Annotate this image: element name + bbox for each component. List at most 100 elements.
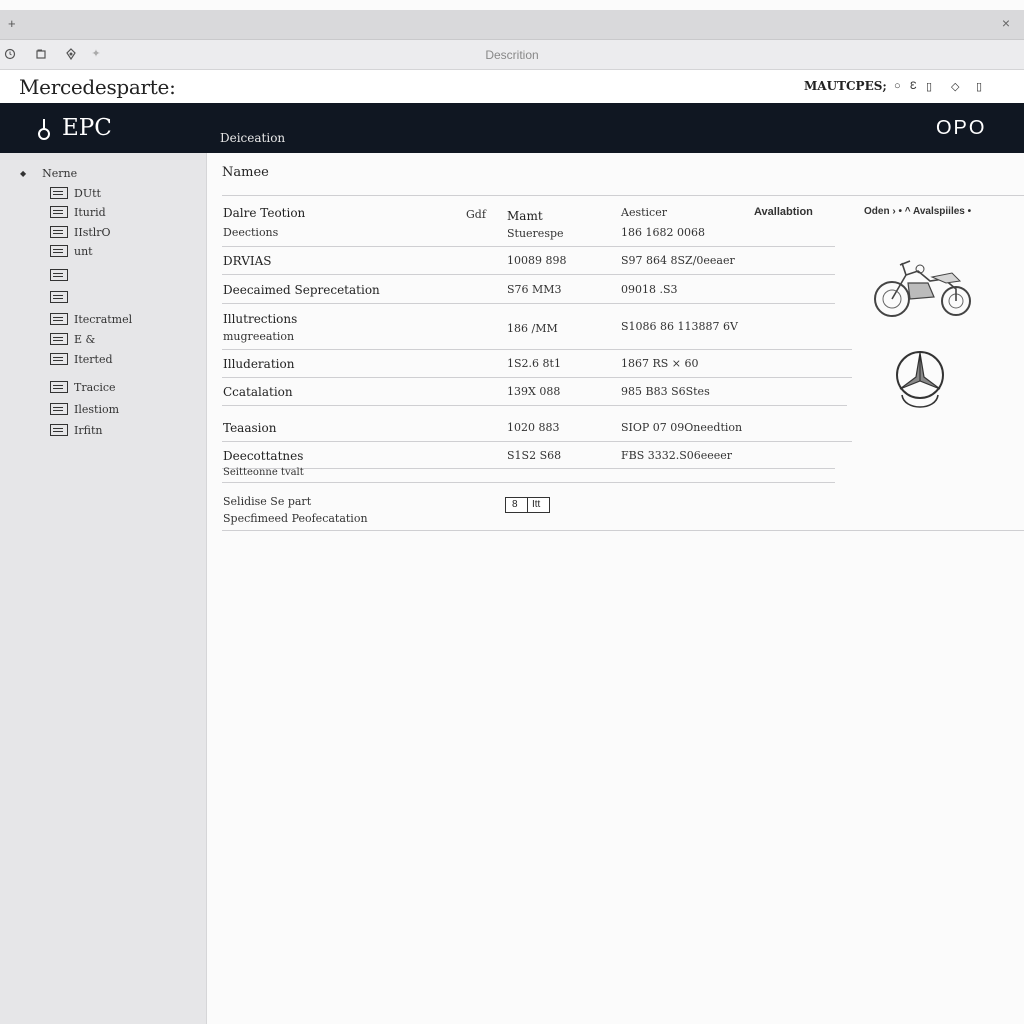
table-cell-name[interactable]: Teaasion [223,421,276,435]
column-header-options[interactable]: Oden › • ^ Avalspiiles • [864,206,971,217]
header-right-controls[interactable]: OPO [936,117,986,140]
table-cell-availability: 1867 RS × 60 [621,357,699,370]
folder-icon [50,403,68,415]
table-cell-name[interactable]: Deecaimed Seprecetation [223,283,380,297]
table-cell-availability: FBS 3332.S06eeeer [621,449,733,462]
folder-icon [50,381,68,393]
new-tab-button[interactable]: + [8,16,16,31]
column-header-price[interactable]: Aesticer [621,206,667,219]
sidebar-item-unt[interactable]: unt [50,245,93,261]
sidebar-item-iterted[interactable]: Iterted [50,353,113,369]
table-cell-name-sub: mugreeation [223,330,295,343]
sidebar: ◆ Nerne DUtt Iturid IIstlrO unt Itecratme… [0,153,207,1024]
folder-icon [50,269,68,281]
divider [222,195,1024,196]
trash-icon[interactable]: ▯ [976,80,982,93]
quantity-stepper[interactable]: 8 Itt [505,497,550,513]
folder-icon [50,187,68,199]
folder-icon [50,206,68,218]
sidebar-item-ilestiom[interactable]: Ilestiom [50,403,119,419]
divider [222,377,852,378]
table-cell-part: S1S2 S68 [507,449,562,462]
table-cell-name[interactable]: Illuderation [223,357,294,371]
folder-icon [50,226,68,238]
quantity-unit: Itt [532,499,541,510]
address-bar[interactable]: Descrition [0,48,1024,62]
sidebar-item-label: Itecratmel [74,313,133,326]
column-header-description[interactable]: Dalre Teotion [223,206,305,220]
table-cell-name[interactable]: Illutrections [223,312,297,326]
divider [222,482,835,483]
folder-icon [50,291,68,303]
column-subheader-description: Deections [223,226,279,239]
table-cell-availability: 985 B83 S6Stes [621,385,710,398]
table-cell-part: 139X 088 [507,385,561,398]
table-cell-availability: S1086 86 113887 6V [621,320,738,333]
sidebar-root-label: Nerne [42,167,78,180]
circle-icon[interactable]: ○ [894,80,901,92]
divider [222,530,1024,531]
close-window-button[interactable]: × [1002,15,1010,31]
table-row-note: Seitteonne tvalt [223,467,304,478]
column-subheader-price: 186 1682 0068 [621,226,705,239]
sidebar-item-blank-2[interactable] [50,291,74,307]
sidebar-root[interactable]: ◆ Nerne [20,167,77,180]
selected-part-label: Selidise Se part [223,495,312,508]
column-header-availability[interactable]: Avallabtion [754,206,813,218]
sidebar-item-istlro[interactable]: IIstlrO [50,226,111,242]
sidebar-item-label: DUtt [74,187,101,200]
sidebar-item-label: Ilestiom [74,403,120,416]
folder-icon [50,424,68,436]
wrench-icon [38,119,50,140]
tab-strip: + × [0,10,1024,40]
sidebar-item-itecratmel[interactable]: Itecratmel [50,313,132,329]
divider [222,349,852,350]
divider [222,274,835,275]
sidebar-item-e[interactable]: E & [50,333,95,349]
sidebar-item-label: Tracice [74,381,116,394]
sidebar-item-label: Irfitn [74,424,103,437]
app-header: EPC Deiceation OPO [0,103,1024,153]
motorcycle-illustration[interactable] [872,253,976,323]
table-cell-name[interactable]: Ccatalation [223,385,293,399]
table-cell-name[interactable]: Deecottatnes [223,449,303,463]
mercedes-star-logo [896,351,944,408]
site-logo[interactable]: Mercedesparte: [19,75,176,99]
table-cell-name[interactable]: DRVIAS [223,254,272,268]
sidebar-item-tracice[interactable]: Tracice [50,381,116,397]
brand-bar: Mercedesparte: MAUTCPES; ○ Ɛ ▯ ◇ ▯ [0,70,1024,103]
table-cell-part: 10089 898 [507,254,567,267]
sidebar-item-label: E & [74,333,96,346]
quantity-value: 8 [512,499,518,510]
browser-toolbar: ✦ Descrition [0,40,1024,70]
e-icon[interactable]: Ɛ [910,80,917,92]
sidebar-item-label: Iterted [74,353,113,366]
divider [222,303,835,304]
folder-icon [50,353,68,365]
app-name: EPC [62,115,112,141]
table-cell-part: S76 MM3 [507,283,562,296]
main-content: Namee Dalre Teotion Deections Gdf Mamt S… [208,153,1024,1024]
sidebar-item-irfitn[interactable]: Irfitn [50,424,102,440]
table-cell-part: 1S2.6 8t1 [507,357,561,370]
sidebar-item-label: IIstlrO [74,226,111,239]
sidebar-item-blank-1[interactable] [50,269,74,285]
folder-icon [50,333,68,345]
table-cell-part: 186 /MM [507,322,558,335]
bullet-icon: ◆ [20,169,27,178]
column-header-part[interactable]: Mamt [507,209,543,223]
column-header-qty[interactable]: Gdf [466,208,486,221]
sidebar-item-iturid[interactable]: Iturid [50,206,106,222]
folder-icon [50,313,68,325]
sidebar-item-dutt[interactable]: DUtt [50,187,101,203]
folder-icon [50,245,68,257]
divider [222,468,835,469]
sidebar-item-label: unt [74,245,93,258]
divider [222,441,852,442]
account-menu[interactable]: MAUTCPES; [804,79,887,93]
bell-icon[interactable]: ◇ [951,80,959,93]
page-title: Namee [222,165,269,180]
section-label: Deiceation [220,131,286,145]
grid-icon[interactable]: ▯ [926,80,932,93]
specification-label: Specfimeed Peofecatation [223,512,368,525]
